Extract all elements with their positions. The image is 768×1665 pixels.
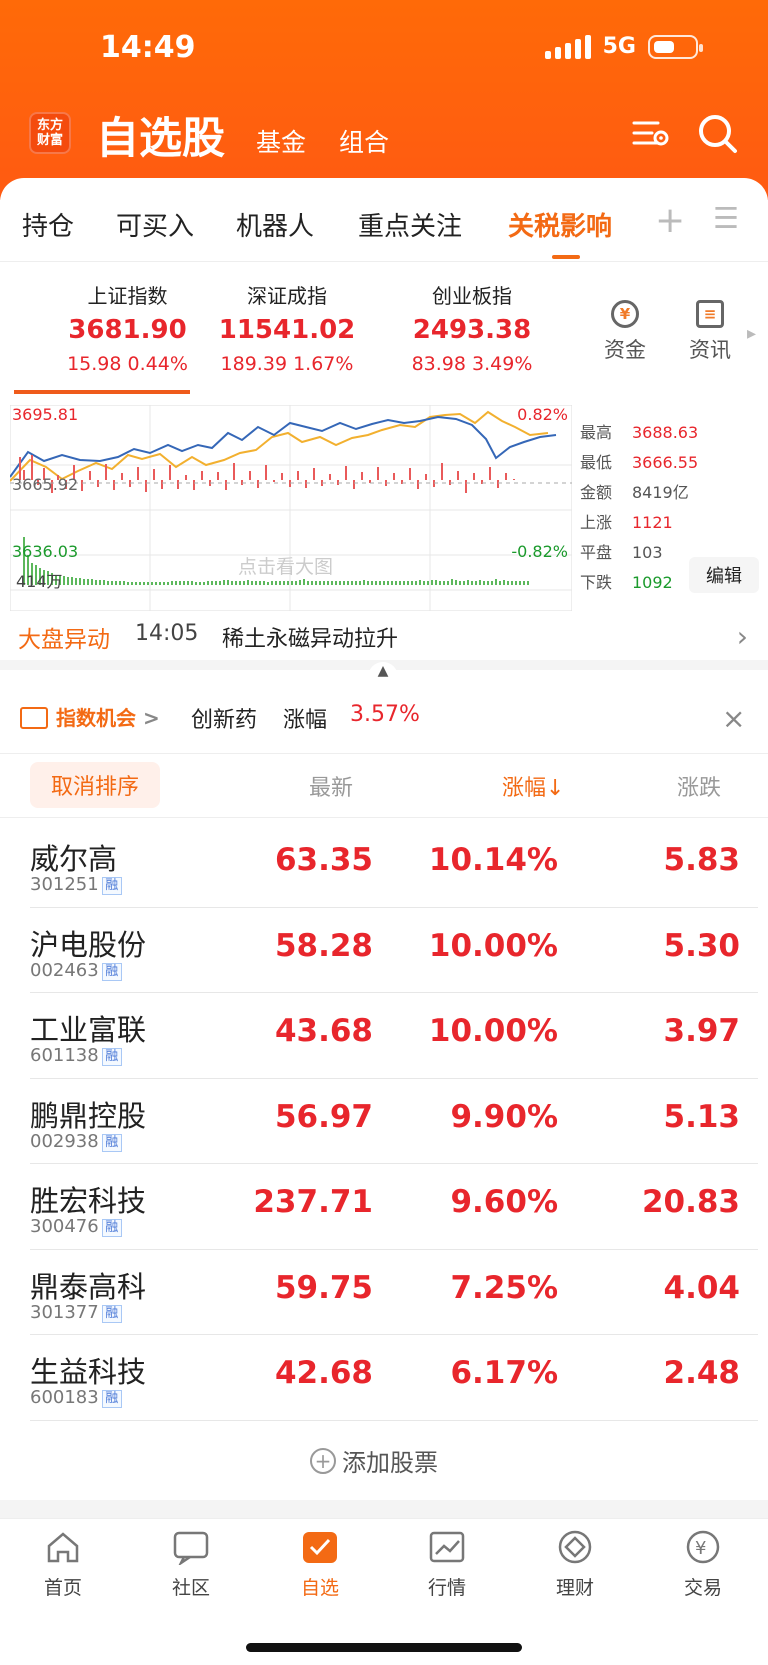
battery-icon (648, 34, 703, 59)
nav-home[interactable]: 首页 (23, 1529, 103, 1600)
signal-icon (544, 34, 591, 59)
nav-market[interactable]: 行情 (407, 1529, 487, 1600)
market-stats: 最高 3688.63 最低 3666.55 金额 8419亿 上涨 1121 平盘 103… (580, 423, 699, 592)
watchlist-icon (301, 1529, 339, 1565)
menu-icon[interactable]: ☰ (713, 201, 739, 235)
chevron-right-icon: › (736, 620, 748, 653)
index-shanghai[interactable]: 上证指数 3681.90 15.98 0.44% (50, 280, 205, 375)
selected-index-indicator (14, 390, 190, 394)
svg-text:¥: ¥ (695, 1538, 706, 1559)
stock-row-weiergao[interactable]: 威尔高 301251 融 63.35 10.14% 5.83 (30, 822, 758, 908)
chart-low-label: 3636.03 (12, 542, 79, 561)
east-money-logo[interactable]: 东方 财富 (29, 112, 71, 154)
chart-up-pct: 0.82% (517, 405, 568, 424)
chart-base-label: 3665.92 (12, 475, 79, 494)
tab-holdings[interactable]: 持仓 (22, 206, 74, 243)
stock-row-dingtai[interactable]: 鼎泰高科 301377 融 59.75 7.25% 4.04 (30, 1250, 758, 1335)
stock-row-hudian[interactable]: 沪电股份 002463 融 58.28 10.00% 5.30 (30, 908, 758, 993)
tab-fund[interactable]: 基金 (256, 123, 306, 159)
change-column-header[interactable]: 涨跌 (677, 770, 721, 802)
index-chinext[interactable]: 创业板指 2493.38 83.98 3.49% (397, 280, 547, 375)
news-icon: ≡ (696, 300, 724, 328)
chart-down-pct: -0.82% (511, 542, 568, 561)
chart-hint: 点击看大图 (238, 556, 334, 578)
latest-column-header[interactable]: 最新 (309, 770, 353, 802)
app-header: 14:49 5G 东方 财富 自选股 基金 组合 (0, 0, 768, 200)
market-icon (428, 1529, 466, 1565)
close-icon[interactable]: × (722, 702, 745, 735)
stock-row-shenghong[interactable]: 胜宏科技 300476 融 237.71 9.60% 20.83 (30, 1164, 758, 1250)
funds-tool[interactable]: ¥ 资金 (595, 300, 655, 364)
network-label: 5G (602, 34, 636, 59)
news-tool[interactable]: ≡ 资讯 (680, 300, 740, 364)
index-opportunity-bar[interactable]: 指数机会 > 创新药 涨幅 3.57% × (0, 684, 768, 754)
stock-row-gongyefulian[interactable]: 工业富联 601138 融 43.68 10.00% 3.97 (30, 993, 758, 1079)
sort-bar: 取消排序 最新 涨幅↓ 涨跌 (0, 754, 768, 818)
nav-watchlist[interactable]: 自选 (280, 1529, 360, 1600)
plus-circle-icon: + (310, 1447, 336, 1474)
chevron-right-icon[interactable]: ▸ (747, 323, 756, 344)
add-tab-icon[interactable]: + (655, 200, 685, 241)
tab-tariff-impact[interactable]: 关税影响 (508, 206, 612, 243)
chart-high-label: 3695.81 (12, 405, 79, 424)
stock-row-pengding[interactable]: 鹏鼎控股 002938 融 56.97 9.90% 5.13 (30, 1079, 758, 1164)
nav-wealth[interactable]: 理财 (535, 1529, 615, 1600)
tab-portfolio[interactable]: 组合 (339, 123, 389, 159)
nav-community[interactable]: 社区 (151, 1529, 231, 1600)
chart-volume: 414万 (16, 572, 63, 591)
community-icon (172, 1529, 210, 1567)
index-shenzhen[interactable]: 深证成指 11541.02 189.39 1.67% (212, 280, 362, 375)
home-icon (44, 1529, 82, 1565)
stock-row-shengyi[interactable]: 生益科技 600183 融 42.68 6.17% 2.48 (30, 1335, 758, 1421)
wealth-icon (556, 1529, 594, 1565)
change-pct-column-header[interactable]: 涨幅↓ (502, 770, 564, 802)
nav-trade[interactable]: ¥ 交易 (663, 1529, 743, 1600)
add-stock-button[interactable]: + 添加股票 (310, 1443, 438, 1478)
home-indicator (246, 1643, 522, 1652)
status-time: 14:49 (100, 30, 196, 65)
tab-robot[interactable]: 机器人 (236, 206, 314, 243)
yuan-circle-icon: ¥ (684, 1529, 722, 1565)
page-title: 自选股 (96, 114, 225, 164)
cancel-sort-button[interactable]: 取消排序 (30, 762, 160, 808)
active-tab-indicator (552, 255, 580, 259)
settings-list-icon[interactable] (630, 113, 670, 153)
status-indicators: 5G (544, 34, 703, 59)
yuan-icon: ¥ (611, 300, 639, 328)
stock-watchlist-screen: 14:49 5G 东方 财富 自选股 基金 组合 持仓 可买入 机器人 重点关注 … (0, 0, 768, 1665)
search-icon[interactable] (697, 113, 737, 153)
edit-button[interactable]: 编辑 (689, 557, 759, 593)
stock-list: 威尔高 301251 融 63.35 10.14% 5.83 沪电股份 002463 融 58.… (0, 822, 768, 1421)
chart-line-icon (20, 707, 48, 729)
watchlist-tabs: 持仓 可买入 机器人 重点关注 关税影响 + ☰ (0, 178, 768, 262)
section-divider (0, 1500, 768, 1518)
tab-buyable[interactable]: 可买入 (116, 206, 194, 243)
tab-focus[interactable]: 重点关注 (358, 206, 462, 243)
intraday-chart[interactable]: 3695.81 3665.92 3636.03 0.82% -0.82% 414… (9, 404, 573, 612)
